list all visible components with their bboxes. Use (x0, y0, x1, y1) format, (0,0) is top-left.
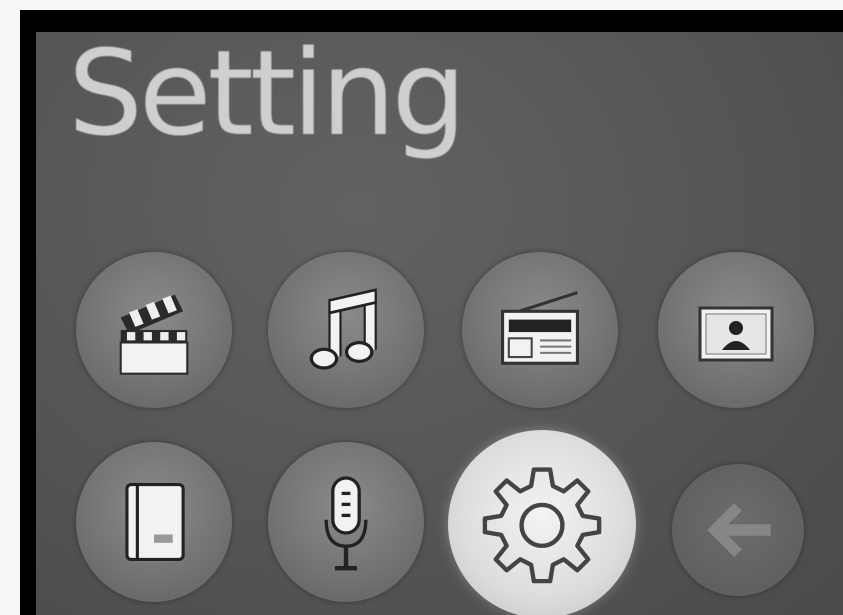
photo-icon (698, 306, 774, 362)
radio-button[interactable] (462, 252, 618, 408)
page-title: Setting (68, 32, 467, 162)
photo-button[interactable] (658, 252, 814, 408)
music-button[interactable] (268, 252, 424, 408)
microphone-icon (324, 476, 368, 571)
device-screen: Setting (20, 10, 843, 615)
music-note-icon (309, 288, 377, 370)
voice-button[interactable] (268, 442, 424, 602)
clapperboard-icon (119, 294, 189, 375)
setting-button[interactable] (448, 430, 636, 615)
ebook-button[interactable] (76, 442, 232, 602)
movie-button[interactable] (76, 252, 232, 408)
gear-icon (482, 467, 602, 584)
radio-icon (501, 291, 579, 365)
back-arrow-icon (707, 503, 771, 557)
settings-panel: Setting (36, 32, 843, 615)
back-button[interactable] (672, 464, 804, 596)
book-icon (125, 483, 185, 561)
